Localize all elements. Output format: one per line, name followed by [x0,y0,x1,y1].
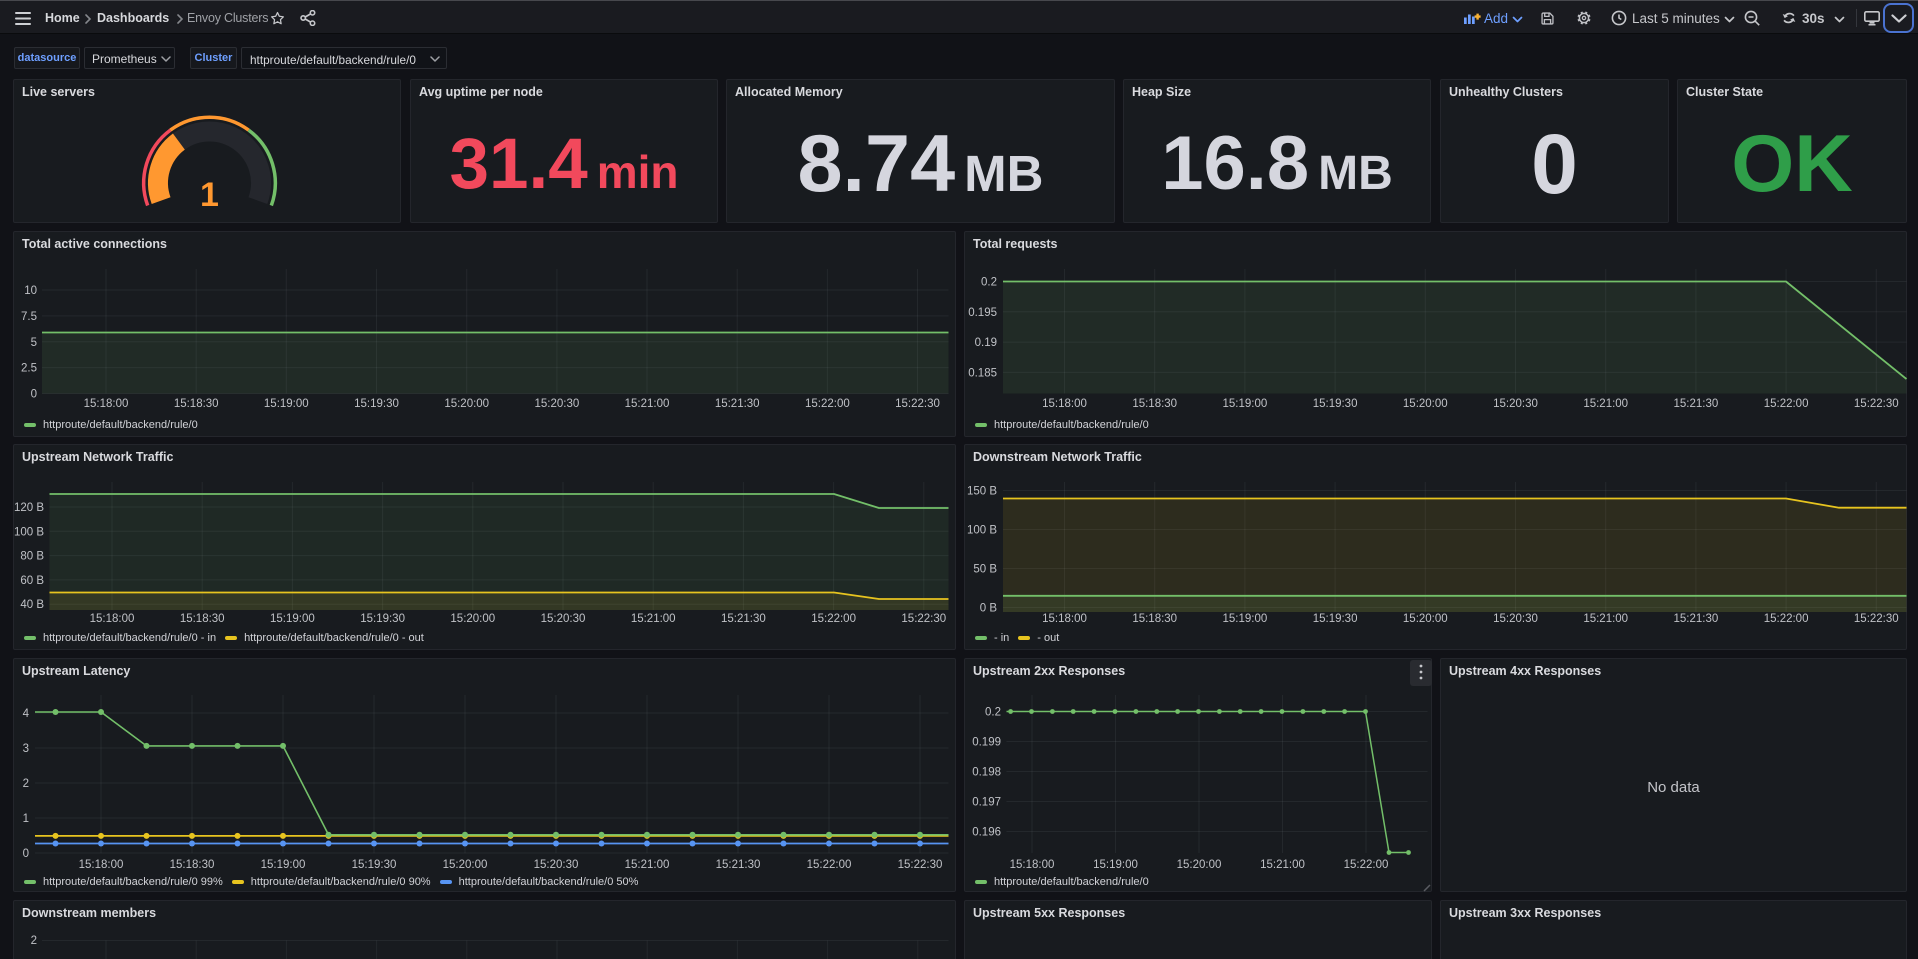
svg-text:7.5: 7.5 [21,311,37,323]
svg-text:15:21:30: 15:21:30 [721,613,766,625]
svg-text:60 B: 60 B [20,575,44,587]
svg-text:100 B: 100 B [14,526,44,538]
svg-text:0: 0 [31,389,37,401]
svg-text:0.198: 0.198 [972,767,1001,779]
svg-text:15:18:30: 15:18:30 [174,398,219,410]
svg-text:15:22:00: 15:22:00 [811,613,856,625]
svg-text:0: 0 [23,848,29,860]
svg-text:15:19:30: 15:19:30 [352,859,397,871]
svg-text:15:21:30: 15:21:30 [715,398,760,410]
svg-text:15:20:00: 15:20:00 [444,398,489,410]
svg-text:15:18:30: 15:18:30 [180,613,225,625]
svg-text:0.195: 0.195 [968,307,997,319]
svg-text:15:22:00: 15:22:00 [805,398,850,410]
svg-text:15:18:00: 15:18:00 [84,398,129,410]
svg-text:15:22:30: 15:22:30 [895,398,940,410]
svg-text:50 B: 50 B [973,564,997,576]
svg-text:15:18:30: 15:18:30 [1132,398,1177,410]
svg-text:15:19:30: 15:19:30 [354,398,399,410]
svg-text:4: 4 [23,708,30,720]
svg-text:0.19: 0.19 [975,337,997,349]
svg-text:15:20:30: 15:20:30 [1493,398,1538,410]
svg-text:15:21:00: 15:21:00 [625,398,670,410]
svg-text:15:20:30: 15:20:30 [535,398,580,410]
svg-text:5: 5 [31,337,37,349]
svg-text:15:21:00: 15:21:00 [631,613,676,625]
svg-text:10: 10 [24,285,37,297]
svg-text:0 B: 0 B [980,603,998,615]
svg-text:15:19:00: 15:19:00 [1223,398,1268,410]
svg-text:15:18:00: 15:18:00 [1010,859,1055,871]
svg-text:15:18:30: 15:18:30 [170,859,215,871]
svg-text:15:21:00: 15:21:00 [1260,859,1305,871]
svg-text:2: 2 [23,778,29,790]
svg-text:15:19:00: 15:19:00 [1093,859,1138,871]
svg-text:15:22:00: 15:22:00 [1344,859,1389,871]
svg-text:15:18:00: 15:18:00 [79,859,124,871]
svg-text:15:20:00: 15:20:00 [1403,613,1448,625]
svg-text:15:19:00: 15:19:00 [261,859,306,871]
svg-text:3: 3 [23,743,29,755]
svg-text:15:18:00: 15:18:00 [1042,613,1087,625]
svg-text:0.199: 0.199 [972,737,1001,749]
svg-text:40 B: 40 B [20,599,44,611]
svg-text:15:20:00: 15:20:00 [450,613,495,625]
svg-text:0.185: 0.185 [968,367,997,379]
svg-text:15:22:30: 15:22:30 [1854,613,1899,625]
svg-text:0.2: 0.2 [985,707,1001,719]
svg-text:15:18:00: 15:18:00 [90,613,135,625]
svg-text:2.5: 2.5 [21,363,37,375]
svg-text:15:21:30: 15:21:30 [1674,613,1719,625]
svg-text:15:20:30: 15:20:30 [534,859,579,871]
svg-text:0.2: 0.2 [981,277,997,289]
svg-text:15:20:00: 15:20:00 [443,859,488,871]
svg-text:15:20:30: 15:20:30 [541,613,586,625]
svg-text:15:19:00: 15:19:00 [1223,613,1268,625]
svg-text:15:19:30: 15:19:30 [1313,613,1358,625]
svg-text:15:22:00: 15:22:00 [1764,398,1809,410]
svg-text:15:20:00: 15:20:00 [1403,398,1448,410]
svg-text:15:19:30: 15:19:30 [1313,398,1358,410]
svg-text:15:22:00: 15:22:00 [807,859,852,871]
svg-text:15:22:30: 15:22:30 [901,613,946,625]
svg-text:15:19:00: 15:19:00 [270,613,315,625]
svg-text:15:21:30: 15:21:30 [716,859,761,871]
svg-text:15:21:30: 15:21:30 [1674,398,1719,410]
svg-text:120 B: 120 B [14,502,44,514]
svg-text:80 B: 80 B [20,551,44,563]
svg-text:150 B: 150 B [967,486,997,498]
svg-text:15:22:30: 15:22:30 [898,859,943,871]
svg-text:15:22:00: 15:22:00 [1764,613,1809,625]
svg-text:0.196: 0.196 [972,827,1001,839]
svg-text:1: 1 [23,813,29,825]
svg-text:15:19:00: 15:19:00 [264,398,309,410]
svg-text:15:22:30: 15:22:30 [1854,398,1899,410]
svg-text:0.197: 0.197 [972,797,1001,809]
svg-text:15:18:30: 15:18:30 [1132,613,1177,625]
svg-text:15:19:30: 15:19:30 [360,613,405,625]
svg-text:15:20:00: 15:20:00 [1177,859,1222,871]
svg-text:15:21:00: 15:21:00 [1583,398,1628,410]
svg-text:100 B: 100 B [967,525,997,537]
svg-text:15:20:30: 15:20:30 [1493,613,1538,625]
svg-text:2: 2 [31,935,37,947]
svg-text:15:21:00: 15:21:00 [625,859,670,871]
svg-text:15:21:00: 15:21:00 [1583,613,1628,625]
svg-text:15:18:00: 15:18:00 [1042,398,1087,410]
svg-text:1: 1 [200,176,219,214]
